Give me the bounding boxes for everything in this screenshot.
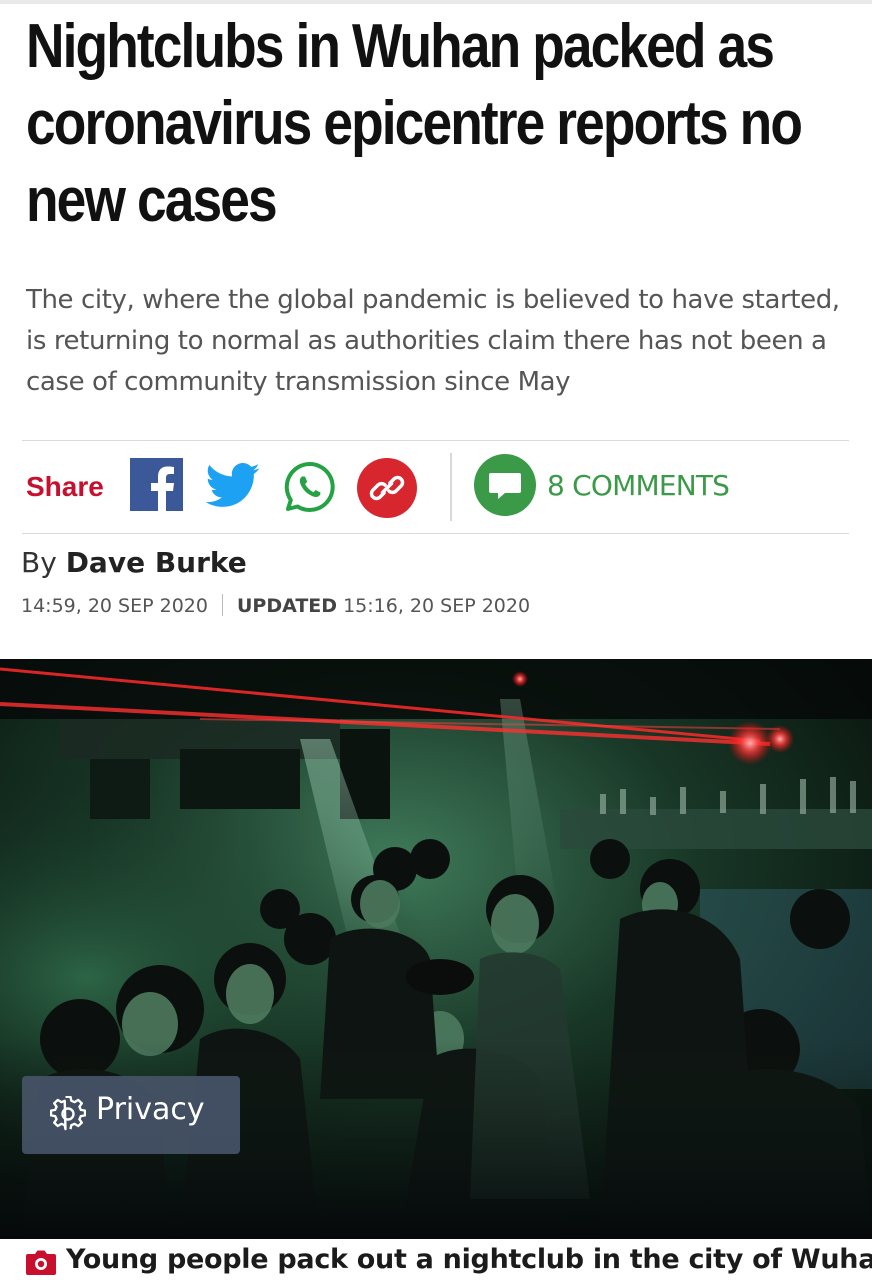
top-divider — [0, 0, 872, 4]
article-dates: 14:59, 20 SEP 2020 UPDATED 15:16, 20 SEP … — [21, 594, 530, 617]
share-label: Share — [26, 471, 104, 502]
author-name[interactable]: Dave Burke — [66, 546, 247, 579]
updated-label: UPDATED — [236, 595, 338, 617]
article-headline: Nightclubs in Wuhan packed as coronaviru… — [26, 12, 803, 235]
facebook-icon[interactable] — [130, 458, 183, 511]
updated-time: 15:16, 20 SEP 2020 — [343, 595, 531, 617]
share-divider — [450, 453, 452, 521]
share-bar: Share 8 COMMENTS — [22, 440, 849, 534]
twitter-icon[interactable] — [205, 463, 260, 508]
byline: By Dave Burke — [21, 546, 247, 579]
image-caption: Young people pack out a nightclub in the… — [26, 1244, 872, 1280]
comments-label: COMMENTS — [572, 469, 730, 502]
comments-count: 8 — [547, 469, 565, 502]
article-hero-image[interactable]: Privacy — [0, 659, 872, 1239]
camera-icon — [26, 1250, 56, 1275]
privacy-button[interactable]: Privacy — [22, 1076, 240, 1154]
published-time: 14:59, 20 SEP 2020 — [21, 595, 208, 617]
dates-divider — [221, 594, 223, 616]
caption-text: Young people pack out a nightclub in the… — [66, 1244, 872, 1275]
whatsapp-icon[interactable] — [282, 459, 338, 515]
byline-prefix: By — [21, 546, 57, 579]
comments-link[interactable]: 8 COMMENTS — [547, 469, 730, 502]
privacy-label: Privacy — [96, 1092, 205, 1127]
comment-bubble-icon[interactable] — [474, 454, 536, 516]
article-standfirst: The city, where the global pandemic is b… — [26, 285, 840, 397]
link-icon[interactable] — [357, 458, 417, 518]
gear-icon — [50, 1096, 86, 1131]
